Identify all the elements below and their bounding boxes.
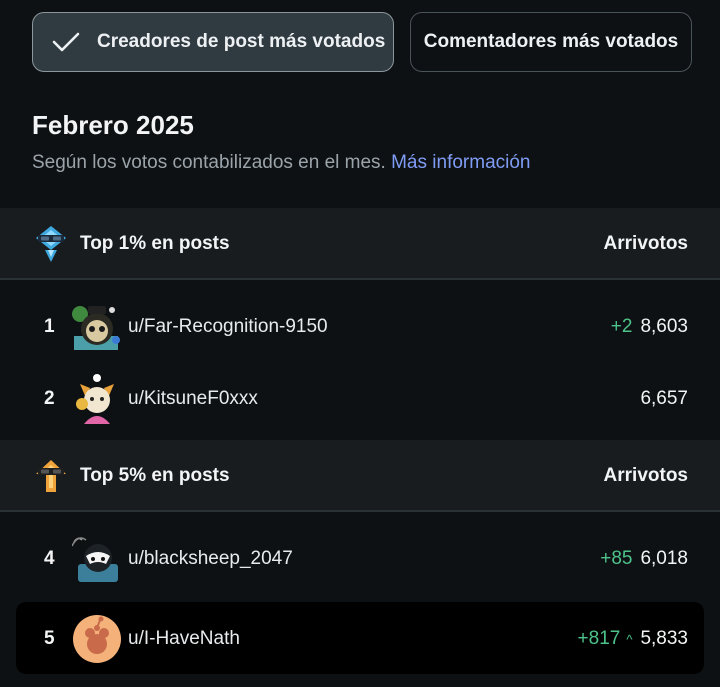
checkmark-icon bbox=[52, 32, 80, 52]
score-value: 6,657 bbox=[640, 388, 688, 409]
leaderboard-row-current-user[interactable]: 5 u/I-HaveNath +817 ^ 5,833 bbox=[16, 602, 704, 674]
rank-number: 5 bbox=[44, 628, 55, 649]
score-cell: +85 6,018 bbox=[600, 548, 688, 570]
section-header-top-5: Top 5% en posts Arrivotos bbox=[0, 440, 720, 512]
column-header: Arrivotos bbox=[603, 233, 688, 254]
score-cell: +2 8,603 bbox=[611, 316, 688, 338]
avatar bbox=[72, 537, 118, 582]
gold-badge-icon bbox=[36, 460, 66, 492]
subtitle-text: Según los votos contabilizados en el mes… bbox=[32, 152, 386, 173]
avatar bbox=[73, 615, 121, 663]
tab-label: Creadores de post más votados bbox=[97, 31, 386, 52]
score-value: 8,603 bbox=[640, 316, 688, 337]
tab-top-post-creators[interactable]: Creadores de post más votados bbox=[32, 12, 394, 72]
page-title: Febrero 2025 bbox=[32, 110, 194, 140]
section-label: Top 5% en posts bbox=[80, 465, 230, 486]
caret-up-icon: ^ bbox=[626, 631, 633, 647]
leaderboard-row[interactable]: 4 u/blacksheep_2047 +85 6,018 bbox=[0, 522, 720, 594]
score-value: 6,018 bbox=[640, 548, 688, 569]
tab-top-commenters[interactable]: Comentadores más votados bbox=[410, 12, 692, 72]
score-cell: 6,657 bbox=[632, 388, 688, 410]
avatar bbox=[76, 374, 114, 424]
leaderboard-row[interactable]: 2 u/KitsuneF0xxx 6,657 bbox=[0, 362, 720, 434]
score-value: 5,833 bbox=[640, 628, 688, 649]
username[interactable]: u/I-HaveNath bbox=[128, 628, 240, 650]
rank-number: 1 bbox=[44, 316, 55, 337]
more-info-link[interactable]: Más información bbox=[391, 152, 530, 173]
page-subtitle: Según los votos contabilizados en el mes… bbox=[32, 152, 531, 174]
score-delta: +2 bbox=[610, 316, 633, 337]
avatar bbox=[72, 306, 120, 350]
section-label: Top 1% en posts bbox=[80, 233, 230, 254]
score-cell: +817 ^ 5,833 bbox=[578, 628, 688, 650]
username[interactable]: u/Far-Recognition-9150 bbox=[128, 316, 328, 338]
diamond-badge-icon bbox=[36, 226, 66, 262]
score-delta: +85 bbox=[600, 548, 633, 569]
rank-number: 2 bbox=[44, 388, 55, 409]
column-header: Arrivotos bbox=[603, 465, 688, 486]
leaderboard-row[interactable]: 1 u/Far-Recognition-9150 +2 8,603 bbox=[0, 290, 720, 362]
username[interactable]: u/KitsuneF0xxx bbox=[128, 388, 258, 410]
section-header-top-1: Top 1% en posts Arrivotos bbox=[0, 208, 720, 280]
username[interactable]: u/blacksheep_2047 bbox=[128, 548, 293, 570]
score-delta: +817 bbox=[577, 628, 621, 649]
rank-number: 4 bbox=[44, 548, 55, 569]
tab-label: Comentadores más votados bbox=[423, 31, 679, 52]
